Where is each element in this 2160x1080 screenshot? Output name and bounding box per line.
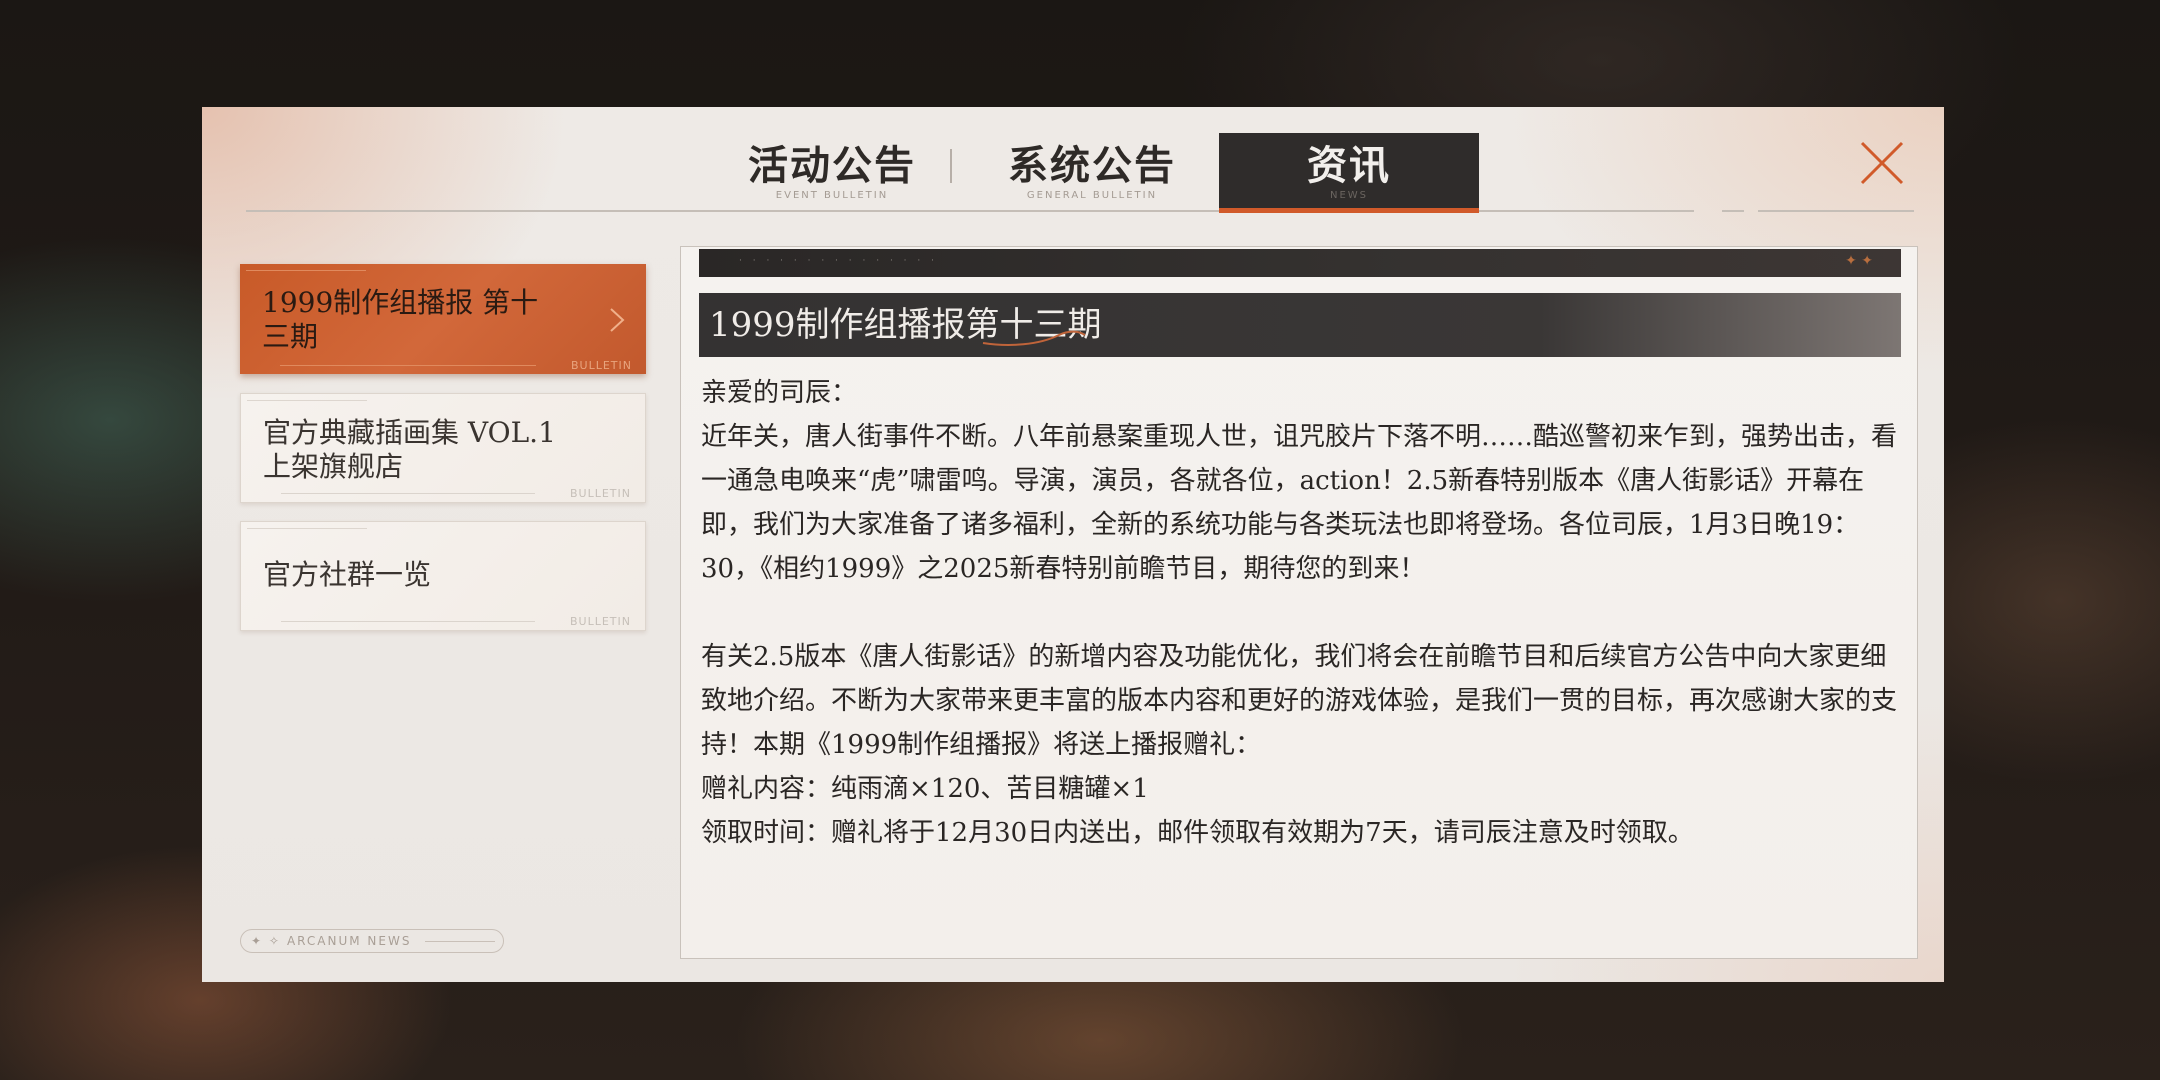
article-paragraph: 赠礼内容：纯雨滴×120、苦目糖罐×1 — [701, 774, 1149, 804]
decor-line — [247, 528, 367, 529]
decor-line — [281, 621, 535, 622]
decor-line — [247, 400, 367, 401]
article-body: 亲爱的司辰： 近年关，唐人街事件不断。八年前悬案重现人世，诅咒胶片下落不明……酷… — [701, 371, 1901, 855]
close-button[interactable] — [1854, 135, 1910, 191]
list-item-tag: BULLETIN — [570, 487, 631, 500]
brush-swoosh-icon — [982, 330, 1086, 346]
list-item-tag: BULLETIN — [570, 615, 631, 628]
tab-event-bulletin[interactable]: 活动公告 EVENT BULLETIN — [714, 133, 950, 209]
tab-sublabel: GENERAL BULLETIN — [1026, 189, 1158, 201]
tab-news[interactable]: 资讯 NEWS — [1219, 133, 1479, 209]
tab-general-bulletin[interactable]: 系统公告 GENERAL BULLETIN — [974, 133, 1210, 209]
list-item[interactable]: 1999制作组播报 第十三期 BULLETIN — [240, 264, 646, 374]
tab-sublabel: NEWS — [1329, 189, 1369, 201]
article-panel[interactable]: · · · · · · · · · · · · · · · ✦ ✦ 1999制作… — [680, 246, 1918, 959]
close-icon — [1860, 141, 1904, 185]
badge-label: ARCANUM NEWS — [286, 934, 412, 948]
list-item[interactable]: 官方社群一览 BULLETIN — [240, 521, 646, 631]
decor-line — [281, 493, 535, 494]
article-paragraph: 有关2.5版本《唐人街影话》的新增内容及功能优化，我们将会在前瞻节目和后续官方公… — [701, 642, 1898, 760]
banner-decor-text: · · · · · · · · · · · · · · · — [739, 256, 938, 266]
tab-separator — [950, 149, 952, 183]
article-banner-image: · · · · · · · · · · · · · · · ✦ ✦ — [699, 249, 1901, 277]
decor-line — [425, 940, 496, 942]
sparkle-icon: ✦ ✦ — [1845, 253, 1873, 269]
list-item-tag: BULLETIN — [571, 359, 632, 372]
decor-line — [280, 365, 536, 366]
tabs-divider-line-small — [1722, 210, 1744, 212]
sparkle-icon: ✦ ✧ — [251, 934, 281, 948]
tab-label: 系统公告 — [1008, 141, 1176, 189]
tab-label: 资讯 — [1307, 141, 1391, 189]
chevron-right-icon — [610, 308, 625, 332]
tabs-divider-line-right — [1758, 210, 1914, 212]
tab-label: 活动公告 — [748, 141, 916, 189]
list-item-title: 1999制作组播报 第十三期 — [262, 286, 539, 353]
article-paragraph: 亲爱的司辰： — [701, 378, 858, 408]
article-paragraph: 近年关，唐人街事件不断。八年前悬案重现人世，诅咒胶片下落不明……酷巡警初来乍到，… — [701, 422, 1898, 584]
article-title-bar: 1999制作组播报第十三期 — [699, 293, 1901, 357]
active-tab-underline — [1219, 208, 1479, 213]
announcement-modal: 活动公告 EVENT BULLETIN 系统公告 GENERAL BULLETI… — [202, 107, 1944, 982]
arcanum-news-badge: ✦ ✧ ARCANUM NEWS — [240, 929, 504, 953]
list-item[interactable]: 官方典藏插画集 VOL.1上架旗舰店 BULLETIN — [240, 393, 646, 503]
article-paragraph: 领取时间：赠礼将于12月30日内送出，邮件领取有效期为7天，请司辰注意及时领取。 — [701, 818, 1694, 848]
list-item-title: 官方社群一览 — [263, 558, 432, 591]
tab-sublabel: EVENT BULLETIN — [775, 189, 889, 201]
decor-line — [246, 270, 366, 271]
list-item-title: 官方典藏插画集 VOL.1上架旗舰店 — [263, 416, 556, 483]
